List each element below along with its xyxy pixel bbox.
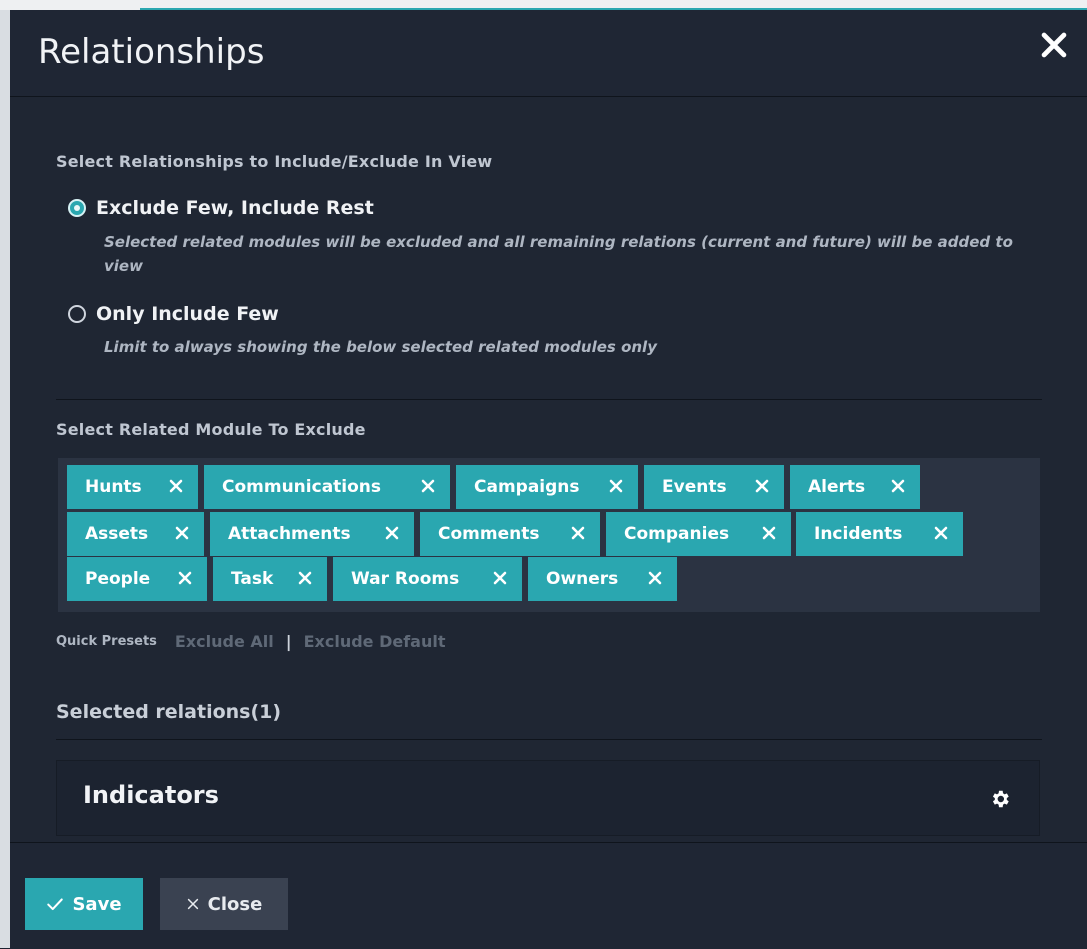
help-only-include: Limit to always showing the below select… [104,338,657,356]
tag-attachments[interactable]: Attachments [210,512,414,556]
remove-tag-icon[interactable] [754,478,770,494]
quick-presets: Quick Presets Exclude All | Exclude Defa… [56,632,446,651]
relationships-dialog: Relationships Select Relationships to In… [10,10,1087,949]
close-label: Close [207,893,263,915]
tag-assets[interactable]: Assets [67,512,204,556]
tag-hunts[interactable]: Hunts [67,465,198,509]
dialog-header: Relationships [10,10,1087,97]
tag-incidents[interactable]: Incidents [796,512,963,556]
save-button[interactable]: Save [25,878,143,930]
dialog-body: Select Relationships to Include/Exclude … [10,97,1087,842]
check-icon [47,898,64,911]
tag-alerts[interactable]: Alerts [790,465,920,509]
include-mode-heading: Select Relationships to Include/Exclude … [56,152,493,171]
remove-tag-icon[interactable] [177,570,193,586]
quick-presets-label: Quick Presets [56,634,157,649]
remove-tag-icon[interactable] [647,570,663,586]
relation-name: Indicators [83,781,219,809]
exclude-modules-heading: Select Related Module To Exclude [56,420,366,439]
remove-tag-icon[interactable] [570,525,586,541]
dialog-title: Relationships [38,32,265,72]
module-tag-input[interactable]: Hunts Communications Campaigns Events Al… [58,458,1040,612]
tag-task[interactable]: Task [213,557,327,601]
selected-relations-heading: Selected relations(1) [56,701,282,723]
tag-companies[interactable]: Companies [606,512,791,556]
gear-icon[interactable] [989,788,1011,810]
exclude-default-link[interactable]: Exclude Default [304,632,446,651]
remove-tag-icon[interactable] [933,525,949,541]
radio-unchecked-icon[interactable] [68,305,86,323]
divider [56,739,1042,740]
top-strip [0,0,1087,10]
tag-comments[interactable]: Comments [420,512,600,556]
remove-tag-icon[interactable] [761,525,777,541]
radio-label-exclude-few: Exclude Few, Include Rest [96,197,374,219]
tag-events[interactable]: Events [644,465,784,509]
close-icon [187,898,198,910]
radio-checked-icon[interactable] [68,199,86,217]
tag-owners[interactable]: Owners [528,557,677,601]
selected-relation-item: Indicators [56,760,1040,836]
remove-tag-icon[interactable] [890,478,906,494]
remove-tag-icon[interactable] [174,525,190,541]
tag-communications[interactable]: Communications [204,465,450,509]
divider [56,399,1042,400]
remove-tag-icon[interactable] [168,478,184,494]
tag-campaigns[interactable]: Campaigns [456,465,638,509]
close-icon[interactable] [1037,28,1077,68]
remove-tag-icon[interactable] [420,478,436,494]
remove-tag-icon[interactable] [492,570,508,586]
remove-tag-icon[interactable] [384,525,400,541]
radio-only-include[interactable]: Only Include Few [68,303,279,325]
exclude-all-link[interactable]: Exclude All [175,632,274,651]
help-exclude-few: Selected related modules will be exclude… [104,233,1013,275]
radio-label-only-include: Only Include Few [96,303,279,325]
radio-exclude-few[interactable]: Exclude Few, Include Rest [68,197,374,219]
dialog-footer: Save Close [10,842,1087,949]
tag-people[interactable]: People [67,557,207,601]
remove-tag-icon[interactable] [608,478,624,494]
remove-tag-icon[interactable] [297,570,313,586]
preset-separator: | [285,632,292,651]
left-edge [0,10,10,948]
tag-war-rooms[interactable]: War Rooms [333,557,522,601]
close-button[interactable]: Close [160,878,288,930]
save-label: Save [72,893,122,915]
